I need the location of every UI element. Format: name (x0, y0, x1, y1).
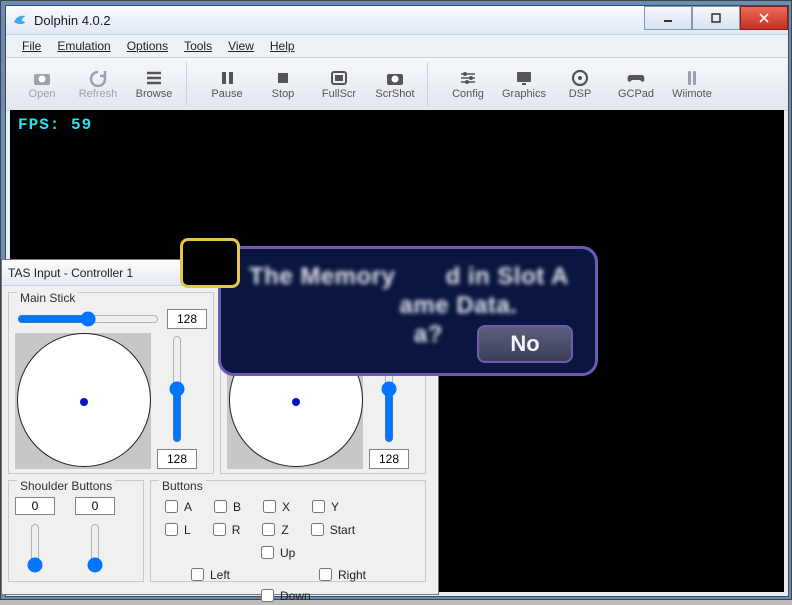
monitor-icon (514, 69, 534, 87)
main-stick-pad[interactable] (15, 333, 151, 469)
wiimote-icon (682, 69, 702, 87)
dsp-button[interactable]: DSP (552, 62, 608, 106)
pause-icon (217, 69, 237, 87)
close-button[interactable] (740, 6, 788, 30)
main-stick-y-slider[interactable] (168, 335, 186, 443)
main-stick-legend: Main Stick (17, 291, 78, 305)
config-button[interactable]: Config (440, 62, 496, 106)
gcpad-button[interactable]: GCPad (608, 62, 664, 106)
button-y[interactable]: Y (308, 497, 339, 516)
menubar: File Emulation Options Tools View Help (6, 35, 788, 58)
titlebar[interactable]: Dolphin 4.0.2 (6, 6, 788, 35)
shoulder-r-slider[interactable] (86, 523, 104, 573)
button-z[interactable]: Z (258, 520, 288, 539)
shoulder-l-slider[interactable] (26, 523, 44, 573)
button-b[interactable]: B (210, 497, 241, 516)
main-stick-group: Main Stick 128 128 (8, 292, 214, 474)
buttons-legend: Buttons (159, 479, 206, 493)
refresh-button[interactable]: Refresh (70, 62, 126, 106)
button-start[interactable]: Start (307, 520, 355, 539)
gamepad-icon (626, 69, 646, 87)
minimize-icon (663, 13, 673, 23)
game-dialog-no-button[interactable]: No (477, 325, 573, 363)
shoulder-legend: Shoulder Buttons (17, 479, 115, 493)
dpad-up[interactable]: Up (257, 543, 295, 562)
wiimote-button[interactable]: Wiimote (664, 62, 720, 106)
button-r[interactable]: R (209, 520, 241, 539)
main-stick-x-slider[interactable] (17, 311, 159, 327)
fullscreen-button[interactable]: FullScr (311, 62, 367, 106)
main-stick-dot (80, 398, 88, 406)
dpad: Up Left Right Down (187, 543, 387, 599)
browse-button[interactable]: Browse (126, 62, 182, 106)
toolbar-sep-2 (427, 62, 436, 106)
button-a[interactable]: A (161, 497, 192, 516)
buttons-group: Buttons A B X Y L R Z Start Up (150, 480, 426, 582)
toolbar: Open Refresh Browse Pause Stop FullScr S… (6, 58, 788, 111)
minimize-button[interactable] (644, 6, 692, 30)
stop-icon (273, 69, 293, 87)
disc-icon (570, 69, 590, 87)
main-stick-y-value[interactable]: 128 (157, 449, 197, 469)
desktop-region: Dolphin 4.0.2 File Emulation Options Too… (0, 0, 792, 600)
c-stick-dot (292, 398, 300, 406)
toolbar-sep-1 (186, 62, 195, 106)
refresh-icon (88, 69, 108, 87)
screenshot-button[interactable]: ScrShot (367, 62, 423, 106)
c-stick-y-value[interactable]: 128 (369, 449, 409, 469)
maximize-button[interactable] (692, 6, 740, 30)
menu-emulation[interactable]: Emulation (49, 37, 118, 55)
shoulder-r-value[interactable]: 0 (75, 497, 115, 515)
pause-button[interactable]: Pause (199, 62, 255, 106)
button-x[interactable]: X (259, 497, 290, 516)
close-icon (759, 13, 769, 23)
menu-options[interactable]: Options (119, 37, 176, 55)
dpad-right[interactable]: Right (315, 565, 366, 584)
game-dialog-icon (180, 238, 240, 288)
menu-view[interactable]: View (220, 37, 262, 55)
maximize-icon (711, 13, 721, 23)
game-dialog-body: The Memory d in Slot A ame Data. a? No (218, 246, 598, 376)
dpad-down[interactable]: Down (257, 586, 311, 605)
camera2-icon (385, 69, 405, 87)
shoulder-group: Shoulder Buttons 0 0 (8, 480, 144, 582)
menu-help[interactable]: Help (262, 37, 303, 55)
list-icon (144, 69, 164, 87)
tas-title-text: TAS Input - Controller 1 (8, 266, 133, 280)
dolphin-icon (12, 12, 28, 28)
fps-counter: FPS: 59 (18, 116, 92, 134)
sliders-icon (458, 69, 478, 87)
dpad-left[interactable]: Left (187, 565, 230, 584)
open-button[interactable]: Open (14, 62, 70, 106)
menu-tools[interactable]: Tools (176, 37, 220, 55)
stop-button[interactable]: Stop (255, 62, 311, 106)
fullscreen-icon (329, 69, 349, 87)
menu-file[interactable]: File (14, 37, 49, 55)
main-stick-x-value[interactable]: 128 (167, 309, 207, 329)
shoulder-l-value[interactable]: 0 (15, 497, 55, 515)
window-title: Dolphin 4.0.2 (34, 13, 111, 28)
graphics-button[interactable]: Graphics (496, 62, 552, 106)
camera-icon (32, 69, 52, 87)
button-l[interactable]: L (161, 520, 191, 539)
